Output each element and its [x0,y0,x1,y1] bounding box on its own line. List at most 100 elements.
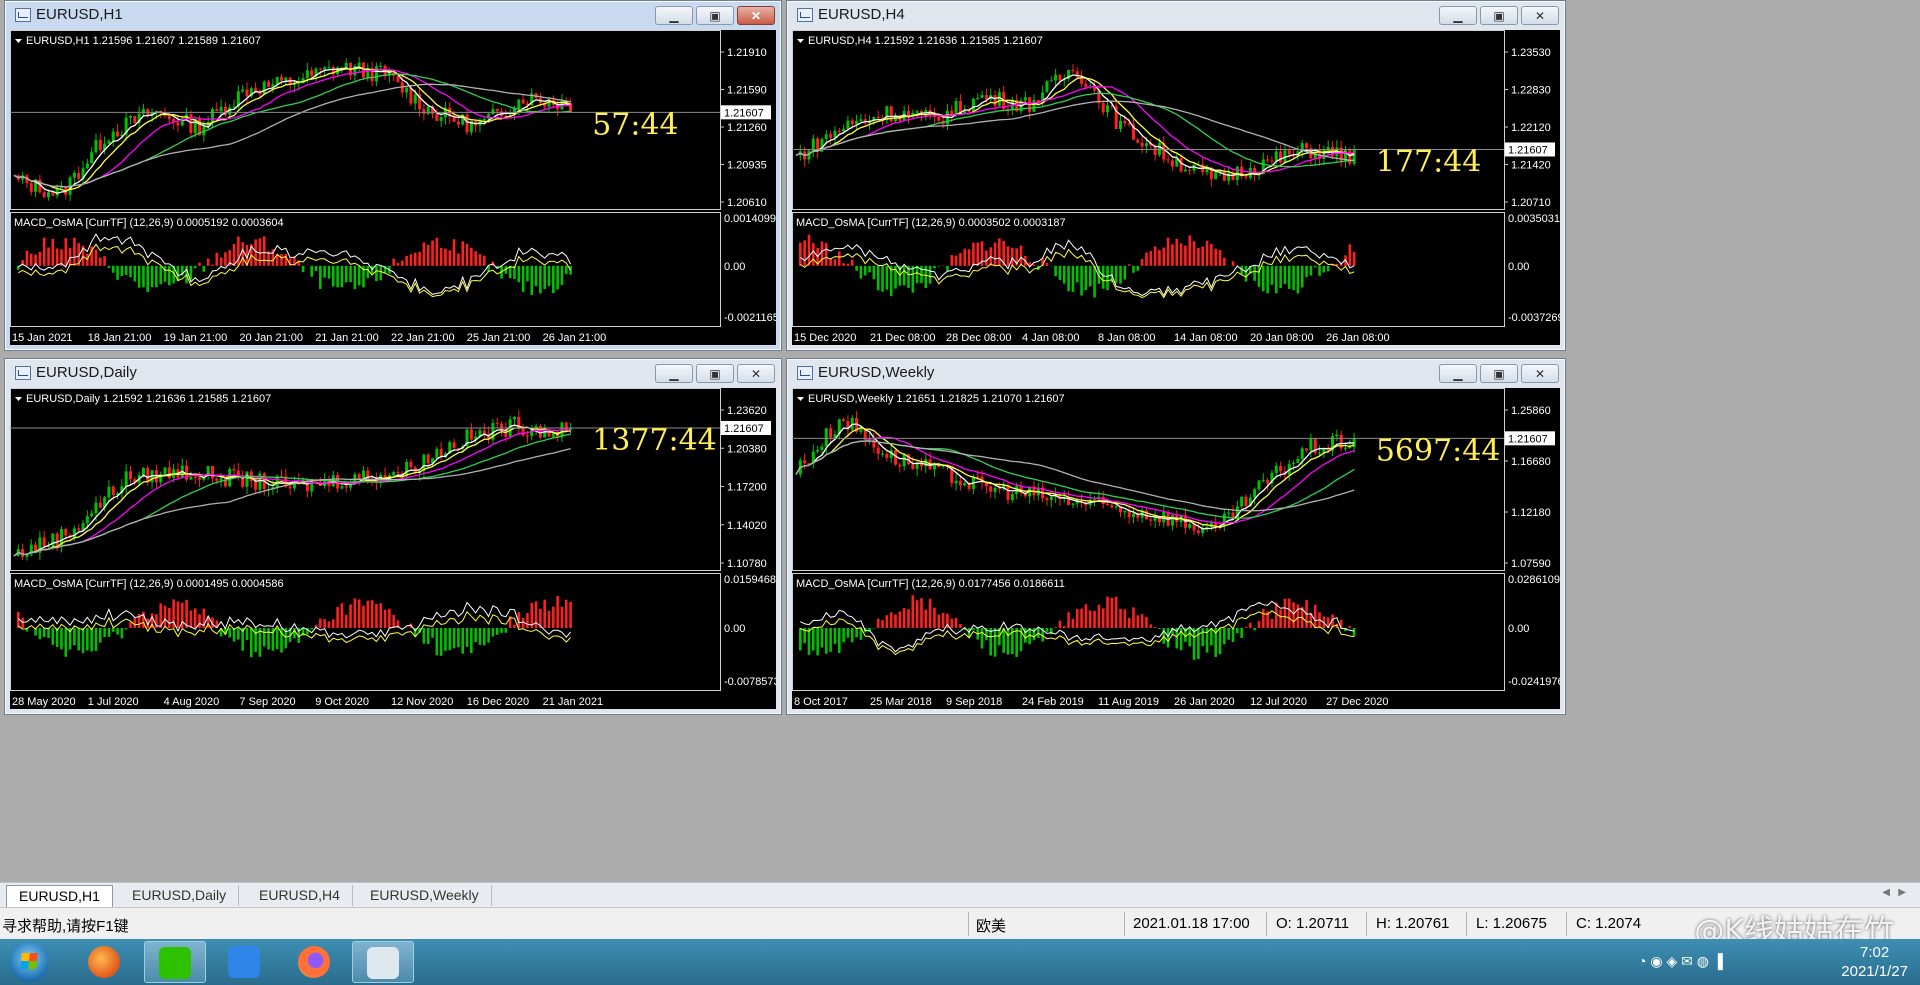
macd-histogram-bar [77,627,81,651]
moving-average-line [13,67,571,192]
macd-histogram-bar [833,259,837,266]
chart-area[interactable]: 1.21607 57:44 EURUSD,H1 1.21596 1.21607 1.… [10,30,776,345]
macd-histogram-bar [1313,265,1317,268]
macd-histogram-bar [1006,627,1010,655]
minimize-button[interactable]: ▁ [655,364,693,383]
macd-histogram-bar [1292,602,1295,628]
price-axis-label: 1.20380 [727,443,767,455]
macd-histogram-bar [237,627,240,640]
window-titlebar[interactable]: EURUSD,Weekly ▁ ▣ ✕ [787,359,1565,387]
tab-eurusd-weekly[interactable]: EURUSD,Weekly [358,885,492,906]
macd-histogram-bar [1127,264,1131,266]
macd-histogram-bar [224,252,227,266]
chart-window-weekly[interactable]: EURUSD,Weekly ▁ ▣ ✕ 1.21607 5697:44 EURUSD… [786,358,1566,715]
taskbar-app-wechat[interactable] [144,941,206,983]
tab-eurusd-daily[interactable]: EURUSD,Daily [120,885,240,906]
macd-histogram-bar [470,247,473,266]
chart-area[interactable]: 1.21607 177:44 EURUSD,H4 1.21592 1.21636 1… [792,30,1560,345]
macd-histogram-bar [855,265,858,271]
window-titlebar[interactable]: EURUSD,H1 ▁ ▣ ✕ [5,1,781,29]
macd-histogram-bar [885,265,889,290]
start-button[interactable] [9,942,49,982]
maximize-button[interactable]: ▣ [696,364,734,383]
maximize-button[interactable]: ▣ [1480,6,1518,25]
macd-histogram-bar [1309,265,1313,276]
candle-body [1292,462,1296,465]
close-button[interactable]: ✕ [1521,364,1559,383]
macd-histogram-bar [129,265,132,278]
macd-histogram-bar [1218,627,1222,655]
chart-menu-triangle-icon[interactable] [797,39,804,43]
taskbar-app-metatrader[interactable] [352,941,414,983]
macd-histogram-bar [189,610,193,628]
candle-body [258,92,262,95]
firefox-icon [298,946,330,978]
tab-eurusd-h1[interactable]: EURUSD,H1 [6,885,113,907]
macd-histogram-bar [1045,262,1049,266]
chart-canvas[interactable]: 1.21607 57:44 EURUSD,H1 1.21596 1.21607 1.… [10,30,776,345]
macd-histogram-bar [241,242,244,266]
chart-area[interactable]: 1.21607 1377:44 EURUSD,Daily 1.21592 1.216… [10,388,776,709]
chart-canvas[interactable]: 1.21607 5697:44 EURUSD,Weekly 1.21651 1.21… [792,388,1560,709]
chart-area[interactable]: 1.21607 5697:44 EURUSD,Weekly 1.21651 1.21… [792,388,1560,709]
time-axis-label: 9 Oct 2020 [315,696,369,708]
macd-histogram-bar [474,627,477,643]
macd-histogram-bar [133,265,137,282]
candle-body [872,439,876,448]
candle-body [1279,465,1283,472]
tab-eurusd-h4[interactable]: EURUSD,H4 [247,885,353,906]
candle-body [902,453,906,467]
chart-window-h1[interactable]: EURUSD,H1 ▁ ▣ ✕ 1.21607 57:44 EURUSD,H1 1.… [4,0,782,351]
minimize-button[interactable]: ▁ [1439,364,1477,383]
macd-histogram-bar [1171,244,1174,266]
close-button[interactable]: ✕ [1521,6,1559,25]
chart-menu-triangle-icon[interactable] [15,397,22,401]
chart-menu-triangle-icon[interactable] [797,397,804,401]
window-title: EURUSD,Weekly [818,364,935,381]
macd-histogram-bar [1084,265,1088,291]
window-titlebar[interactable]: EURUSD,Daily ▁ ▣ ✕ [5,359,781,387]
chart-window-icon [15,8,31,22]
macd-histogram-bar [1062,265,1066,284]
chart-canvas[interactable]: 1.21607 1377:44 EURUSD,Daily 1.21592 1.216… [10,388,776,709]
macd-histogram-bar [1266,265,1269,294]
macd-histogram-bar [478,254,482,266]
candle-body [396,472,400,474]
price-axis-label: 1.10780 [727,558,767,570]
status-open: O: 1.20711 [1276,915,1350,932]
system-clock[interactable]: 7:02 2021/1/27 [1841,943,1908,981]
taskbar-app-notes[interactable] [214,941,276,983]
macd-histogram-bar [807,234,811,266]
taskbar-app-1[interactable] [74,941,136,983]
macd-histogram-bar [103,256,106,266]
moving-average-line [13,66,571,194]
minimize-button[interactable]: ▁ [655,6,693,25]
macd-histogram-bar [1192,627,1196,660]
candle-body [1279,151,1283,163]
bar-countdown-timer: 1377:44 [592,423,717,458]
macd-histogram-bar [1132,265,1135,273]
close-button[interactable]: ✕ [737,6,775,25]
current-price-tag: 1.21607 [1508,144,1548,156]
maximize-button[interactable]: ▣ [1480,364,1518,383]
chart-window-daily[interactable]: EURUSD,Daily ▁ ▣ ✕ 1.21607 1377:44 EURUSD,… [4,358,782,715]
candle-body [77,172,81,179]
chart-window-h4[interactable]: EURUSD,H4 ▁ ▣ ✕ 1.21607 177:44 EURUSD,H4 1… [786,0,1566,351]
minimize-button[interactable]: ▁ [1439,6,1477,25]
candle-body [318,68,322,70]
macd-histogram-bar [1062,626,1066,628]
tray-icons[interactable]: ◔ ◉ ◈ ✉ ◍ ▐ [1638,953,1723,970]
maximize-button[interactable]: ▣ [696,6,734,25]
macd-histogram-bar [116,627,119,635]
chart-canvas[interactable]: 1.21607 177:44 EURUSD,H4 1.21592 1.21636 1… [792,30,1560,345]
window-titlebar[interactable]: EURUSD,H4 ▁ ▣ ✕ [787,1,1565,29]
macd-histogram-bar [25,250,29,266]
price-axis-label: 1.20710 [1511,197,1551,209]
macd-histogram-bar [1192,241,1196,266]
tab-scroll-arrows[interactable]: ◀ ▶ [1882,887,1906,898]
close-button[interactable]: ✕ [737,364,775,383]
candle-body [971,98,975,112]
macd-histogram-bar [353,598,357,628]
taskbar-app-firefox[interactable] [284,941,346,983]
chart-menu-triangle-icon[interactable] [15,39,22,43]
